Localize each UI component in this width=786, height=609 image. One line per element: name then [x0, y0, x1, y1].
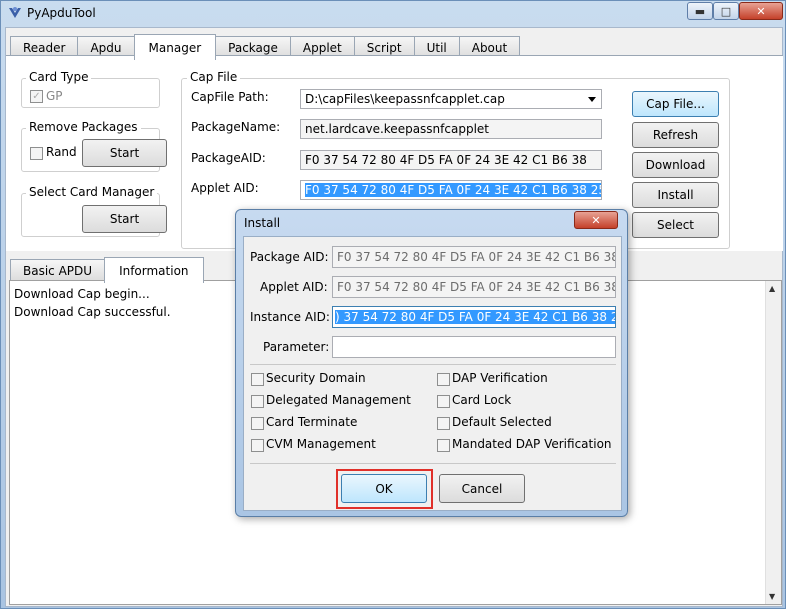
- gp-label: GP: [46, 89, 63, 103]
- default-selected-checkbox[interactable]: [437, 417, 450, 430]
- close-icon: ✕: [756, 4, 766, 18]
- dlg-instance-aid-field[interactable]: ) 37 54 72 80 4F D5 FA 0F 24 3E 42 C1 B6…: [332, 306, 616, 328]
- package-aid-value: F0 37 54 72 80 4F D5 FA 0F 24 3E 42 C1 B…: [305, 153, 587, 167]
- divider: [250, 463, 616, 464]
- install-button[interactable]: Install: [632, 182, 719, 208]
- divider: [250, 364, 616, 365]
- card-terminate-label: Card Terminate: [266, 415, 358, 429]
- dap-verification-checkbox[interactable]: [437, 373, 450, 386]
- capfile-path-value: D:\capFiles\keepassnfcapplet.cap: [305, 92, 505, 106]
- applet-aid-value: F0 37 54 72 80 4F D5 FA 0F 24 3E 42 C1 B…: [305, 183, 601, 197]
- dlg-instance-aid-value: ) 37 54 72 80 4F D5 FA 0F 24 3E 42 C1 B6…: [335, 310, 615, 324]
- tab-basic-apdu[interactable]: Basic APDU: [10, 259, 106, 281]
- ok-button[interactable]: OK: [341, 474, 427, 503]
- log-line: Download Cap begin...: [14, 287, 150, 301]
- install-dialog-body: Package AID: F0 37 54 72 80 4F D5 FA 0F …: [243, 236, 622, 511]
- select-button[interactable]: Select: [632, 212, 719, 238]
- chevron-down-icon[interactable]: [588, 97, 596, 102]
- dlg-package-aid-label: Package AID:: [250, 250, 329, 264]
- dlg-applet-aid-field[interactable]: F0 37 54 72 80 4F D5 FA 0F 24 3E 42 C1 B…: [332, 276, 616, 298]
- cap-file-label: Cap File: [187, 70, 241, 84]
- title-bar[interactable]: PyApduTool ▬ □ ✕: [1, 1, 786, 27]
- card-lock-label: Card Lock: [452, 393, 512, 407]
- close-icon: ✕: [591, 213, 601, 227]
- dlg-parameter-label: Parameter:: [263, 340, 330, 354]
- scroll-down-icon[interactable]: ▼: [769, 592, 775, 601]
- vertical-scrollbar[interactable]: ▲ ▼: [765, 281, 781, 604]
- main-tabs: Reader Apdu Manager Package Applet Scrip…: [10, 34, 521, 60]
- window-title: PyApduTool: [27, 6, 96, 20]
- dlg-parameter-field[interactable]: [332, 336, 616, 358]
- app-icon: [9, 7, 21, 18]
- maximize-icon: □: [720, 4, 732, 18]
- cvm-management-label: CVM Management: [266, 437, 376, 451]
- package-name-value: net.lardcave.keepassnfcapplet: [305, 122, 489, 136]
- install-dialog: Install ✕ Package AID: F0 37 54 72 80 4F…: [235, 209, 628, 517]
- remove-packages-label: Remove Packages: [26, 120, 141, 134]
- capfile-path-label: CapFile Path:: [191, 90, 269, 104]
- card-lock-checkbox[interactable]: [437, 395, 450, 408]
- refresh-button[interactable]: Refresh: [632, 122, 719, 148]
- maximize-button[interactable]: □: [713, 2, 739, 20]
- dialog-close-button[interactable]: ✕: [574, 211, 618, 229]
- mandated-dap-verification-label: Mandated DAP Verification: [452, 437, 612, 451]
- remove-start-button[interactable]: Start: [82, 139, 167, 167]
- cvm-management-checkbox[interactable]: [251, 439, 264, 452]
- log-line: Download Cap successful.: [14, 305, 171, 319]
- card-type-label: Card Type: [26, 70, 92, 84]
- package-aid-label: PackageAID:: [191, 151, 266, 165]
- security-domain-label: Security Domain: [266, 371, 366, 385]
- mandated-dap-verification-checkbox[interactable]: [437, 439, 450, 452]
- applet-aid-field[interactable]: F0 37 54 72 80 4F D5 FA 0F 24 3E 42 C1 B…: [300, 180, 602, 200]
- dlg-applet-aid-label: Applet AID:: [260, 280, 328, 294]
- package-name-label: PackageName:: [191, 120, 281, 134]
- rand-label: Rand: [46, 145, 77, 159]
- applet-aid-label: Applet AID:: [191, 181, 259, 195]
- close-button[interactable]: ✕: [739, 2, 783, 20]
- delegated-management-checkbox[interactable]: [251, 395, 264, 408]
- cancel-button[interactable]: Cancel: [439, 474, 525, 503]
- bottom-tabs: Basic APDU Information: [10, 257, 204, 283]
- package-aid-field[interactable]: F0 37 54 72 80 4F D5 FA 0F 24 3E 42 C1 B…: [300, 150, 602, 170]
- dlg-applet-aid-value: F0 37 54 72 80 4F D5 FA 0F 24 3E 42 C1 B…: [337, 280, 616, 294]
- capfile-path-combo[interactable]: D:\capFiles\keepassnfcapplet.cap: [300, 89, 602, 109]
- select-card-manager-label: Select Card Manager: [26, 185, 158, 199]
- dlg-instance-aid-label: Instance AID:: [250, 310, 330, 324]
- dap-verification-label: DAP Verification: [452, 371, 548, 385]
- rand-checkbox[interactable]: [30, 147, 43, 160]
- package-name-field[interactable]: net.lardcave.keepassnfcapplet: [300, 119, 602, 139]
- install-dialog-title: Install: [244, 216, 281, 230]
- minimize-icon: ▬: [694, 4, 706, 18]
- security-domain-checkbox[interactable]: [251, 373, 264, 386]
- card-terminate-checkbox[interactable]: [251, 417, 264, 430]
- tab-information[interactable]: Information: [104, 257, 204, 283]
- dlg-package-aid-field[interactable]: F0 37 54 72 80 4F D5 FA 0F 24 3E 42 C1 B…: [332, 246, 616, 268]
- download-button[interactable]: Download: [632, 152, 719, 178]
- tab-manager[interactable]: Manager: [133, 34, 217, 60]
- default-selected-label: Default Selected: [452, 415, 552, 429]
- cap-file-button[interactable]: Cap File...: [632, 91, 719, 117]
- select-card-manager-start-button[interactable]: Start: [82, 205, 167, 233]
- minimize-button[interactable]: ▬: [687, 2, 713, 20]
- gp-checkbox: ✓: [30, 90, 43, 103]
- delegated-management-label: Delegated Management: [266, 393, 411, 407]
- dlg-package-aid-value: F0 37 54 72 80 4F D5 FA 0F 24 3E 42 C1 B…: [337, 250, 616, 264]
- scroll-up-icon[interactable]: ▲: [769, 284, 775, 293]
